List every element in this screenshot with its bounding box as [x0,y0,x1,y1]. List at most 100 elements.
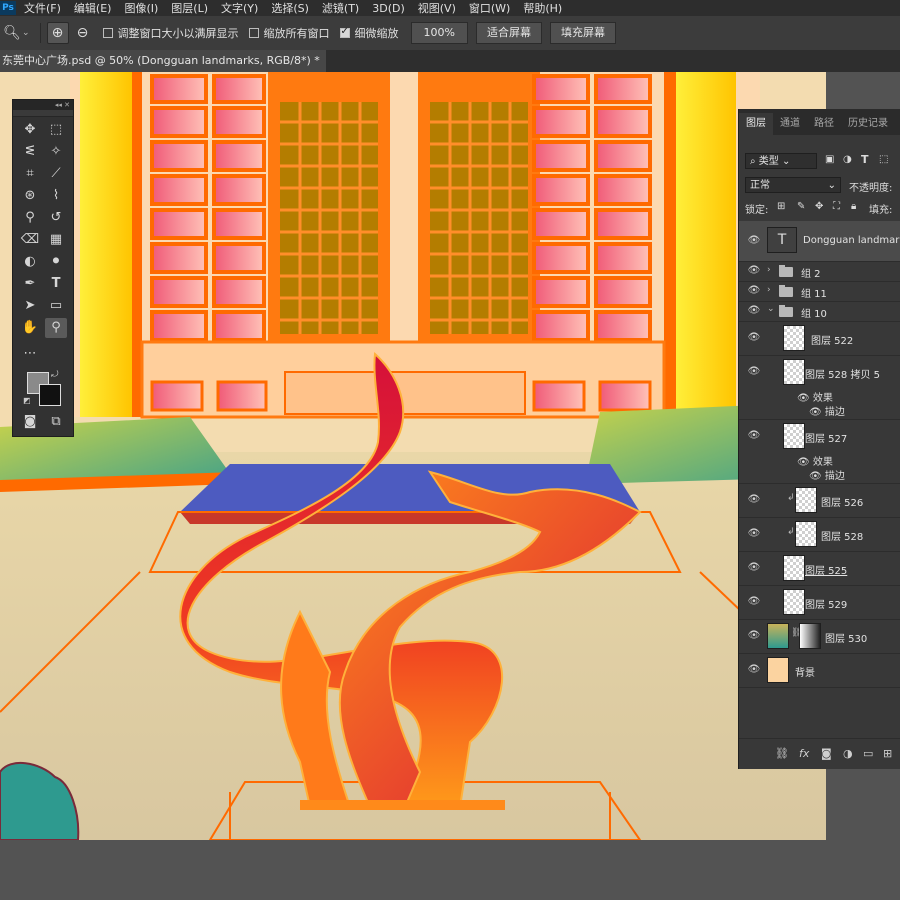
tab-layers[interactable]: 图层 [739,113,773,135]
layer-row-530[interactable]: 👁︎ ⛓ 图层 530 [739,619,900,654]
visibility-eye-icon[interactable]: 👁︎ [747,285,761,296]
resize-windows-checkbox[interactable] [102,28,113,38]
menu-3d[interactable]: 3D(D) [372,2,405,15]
new-group-icon[interactable]: ▭ [863,747,873,760]
link-layers-icon[interactable]: ⛓ [775,747,789,760]
fit-screen-button[interactable]: 适合屏幕 [476,22,542,44]
zoom-out-icon[interactable]: ⊖ [73,23,93,43]
layer-row-528-copy-5[interactable]: 👁︎ 图层 528 拷贝 5 👁︎ 效果 👁︎ 描边 [739,355,900,420]
visibility-eye-icon[interactable]: 👁︎ [747,664,761,675]
brush-tool-icon[interactable]: ⌇ [45,186,67,206]
visibility-eye-icon[interactable]: 👁︎ [797,393,810,404]
chevron-right-icon[interactable]: › [767,265,771,275]
menu-view[interactable]: 视图(V) [418,0,456,16]
history-brush-tool-icon[interactable]: ↺ [45,208,67,228]
lock-position-icon[interactable]: ✥ [815,201,823,212]
visibility-eye-icon[interactable]: 👁︎ [809,471,822,482]
lock-all-icon[interactable]: 🔒︎ [851,201,856,212]
menu-edit[interactable]: 编辑(E) [74,0,112,16]
fill-screen-button[interactable]: 填充屏幕 [550,22,616,44]
menu-type[interactable]: 文字(Y) [221,0,258,16]
visibility-eye-icon[interactable]: 👁︎ [747,596,761,607]
move-tool-icon[interactable]: ✥ [19,120,41,140]
filter-type-icon[interactable]: T [861,153,869,166]
path-selection-tool-icon[interactable]: ➤ [19,296,41,316]
zoom-all-windows-checkbox[interactable] [248,28,259,38]
toolbox-grip[interactable] [13,110,73,117]
layer-style-icon[interactable]: fx [799,747,809,760]
swap-colors-icon[interactable]: ⤾ [51,370,59,380]
document-canvas[interactable] [0,72,826,840]
visibility-eye-icon[interactable]: 👁︎ [747,265,761,276]
menu-window[interactable]: 窗口(W) [469,0,510,16]
layer-row-group-2[interactable]: 👁︎ › 组 2 [739,261,900,282]
blend-mode-select[interactable]: 正常 ⌄ [745,177,841,193]
menu-filter[interactable]: 滤镜(T) [322,0,359,16]
filter-shape-icon[interactable]: ⬚ [879,154,888,165]
layer-row-525[interactable]: 👁︎ 图层 525 [739,551,900,586]
layer-row-group-10[interactable]: 👁︎ ⌄ 组 10 [739,301,900,322]
visibility-eye-icon[interactable]: 👁︎ [747,305,761,316]
tab-history[interactable]: 历史记录 [841,113,895,135]
marquee-tool-icon[interactable]: ⬚ [45,120,67,140]
blur-tool-icon[interactable]: ◐ [19,252,41,272]
clone-stamp-tool-icon[interactable]: ⚲ [19,208,41,228]
zoom-in-icon[interactable]: ⊕ [46,22,69,44]
scrubby-zoom-checkbox[interactable] [339,26,350,38]
layer-row-522[interactable]: 👁︎ 图层 522 [739,321,900,356]
new-layer-icon[interactable]: ⊞ [883,747,892,760]
lock-transparent-icon[interactable]: ⊞ [777,201,785,212]
zoom-100-button[interactable]: 100% [410,22,468,44]
default-colors-icon[interactable]: ◩ [23,396,31,405]
filter-adjustment-icon[interactable]: ◑ [843,154,852,165]
layer-row-background[interactable]: 👁︎ 背景 [739,653,900,688]
magic-wand-tool-icon[interactable]: ✧ [45,142,67,162]
layer-row-528[interactable]: 👁︎ ↲ 图层 528 [739,517,900,552]
tab-paths[interactable]: 路径 [807,113,841,135]
visibility-eye-icon[interactable]: 👁︎ [747,630,761,641]
shape-tool-icon[interactable]: ▭ [45,296,67,316]
tools-panel[interactable]: ◂◂ ✕ ✥ ⬚ ᓬ ✧ ⌗ ⟋ ⊛ ⌇ ⚲ ↺ ⌫ ▦ ◐ ⚫ ✒ T ➤ ▭… [12,99,74,437]
crop-tool-icon[interactable]: ⌗ [19,164,41,184]
menu-file[interactable]: 文件(F) [24,0,61,16]
layer-row-group-11[interactable]: 👁︎ › 组 11 [739,281,900,302]
zoom-tool-preset-icon[interactable]: 🔍︎ [2,23,22,43]
add-mask-icon[interactable]: ◙ [821,747,832,760]
more-tools-icon[interactable]: ⋯ [19,344,41,364]
visibility-eye-icon[interactable]: 👁︎ [797,457,810,468]
screen-mode-icon[interactable]: ⧉ [45,412,67,432]
document-tab[interactable]: 东莞中心广场.psd @ 50% (Dongguan landmarks, RG… [0,50,326,72]
toolbox-header[interactable]: ◂◂ ✕ [13,100,73,110]
visibility-eye-icon[interactable]: 👁︎ [747,562,761,573]
visibility-eye-icon[interactable]: 👁︎ [747,430,761,441]
chevron-right-icon[interactable]: › [767,285,771,295]
layer-row-527[interactable]: 👁︎ 图层 527 👁︎ 效果 👁︎ 描边 [739,419,900,484]
layer-filter-select[interactable]: ⌕ 类型 ⌄ [745,153,817,169]
chevron-down-icon[interactable]: ⌄ [22,28,30,38]
gradient-tool-icon[interactable]: ▦ [45,230,67,250]
menu-select[interactable]: 选择(S) [271,0,309,16]
chevron-down-icon[interactable]: ⌄ [767,304,775,314]
menu-help[interactable]: 帮助(H) [523,0,562,16]
adjustment-layer-icon[interactable]: ◑ [843,747,853,760]
layer-row-529[interactable]: 👁︎ 图层 529 [739,585,900,620]
visibility-eye-icon[interactable]: 👁︎ [747,235,761,246]
healing-brush-tool-icon[interactable]: ⊛ [19,186,41,206]
tab-channels[interactable]: 通道 [773,113,807,135]
visibility-eye-icon[interactable]: 👁︎ [747,332,761,343]
dodge-tool-icon[interactable]: ⚫ [45,252,67,272]
quick-mask-icon[interactable]: ◙ [19,412,41,432]
zoom-tool-icon[interactable]: ⚲ [45,318,67,338]
eraser-tool-icon[interactable]: ⌫ [19,230,41,250]
eyedropper-tool-icon[interactable]: ⟋ [45,164,67,184]
layer-row-dongguan-landmarks[interactable]: 👁︎ T Dongguan landmarks [739,221,900,262]
lock-artboard-icon[interactable]: ⛶ [833,201,840,212]
menu-layer[interactable]: 图层(L) [171,0,208,16]
background-color-swatch[interactable] [39,384,61,406]
type-tool-icon[interactable]: T [45,274,67,294]
pen-tool-icon[interactable]: ✒ [19,274,41,294]
visibility-eye-icon[interactable]: 👁︎ [747,366,761,377]
hand-tool-icon[interactable]: ✋ [19,318,41,338]
photoshop-logo-icon[interactable]: Ps [0,1,16,15]
visibility-eye-icon[interactable]: 👁︎ [809,407,822,418]
